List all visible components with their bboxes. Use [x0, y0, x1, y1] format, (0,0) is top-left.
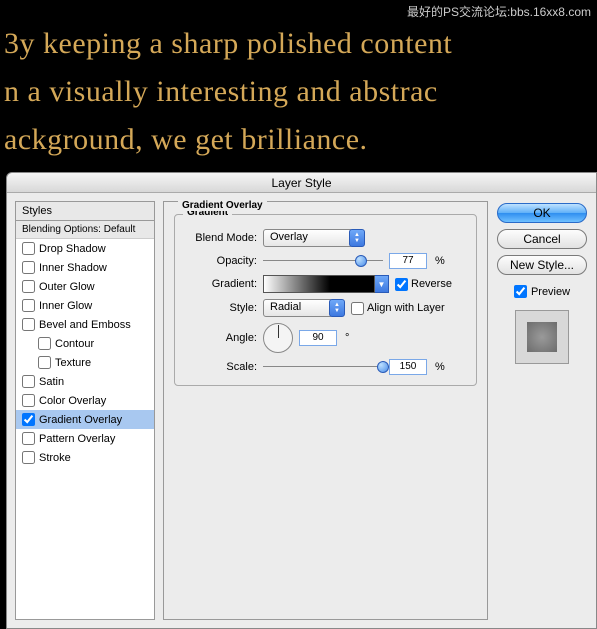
- style-item-color-overlay[interactable]: Color Overlay: [16, 391, 154, 410]
- reverse-label: Reverse: [411, 278, 452, 290]
- style-item-gradient-overlay[interactable]: Gradient Overlay: [16, 410, 154, 429]
- ok-button[interactable]: OK: [497, 203, 587, 223]
- scale-slider[interactable]: [263, 360, 383, 374]
- align-label: Align with Layer: [367, 302, 445, 314]
- style-item-label: Inner Shadow: [39, 262, 107, 274]
- gradient-group: Gradient Blend Mode: Overlay ▲▼ Opacity:…: [174, 214, 477, 386]
- style-item-texture[interactable]: Texture: [16, 353, 154, 372]
- style-item-satin[interactable]: Satin: [16, 372, 154, 391]
- opacity-value[interactable]: 77: [389, 253, 427, 269]
- blend-mode-select[interactable]: Overlay: [263, 229, 353, 247]
- style-item-bevel-and-emboss[interactable]: Bevel and Emboss: [16, 315, 154, 334]
- style-checkbox[interactable]: [22, 432, 35, 445]
- right-column: OK Cancel New Style... Preview: [496, 201, 588, 620]
- cancel-button[interactable]: Cancel: [497, 229, 587, 249]
- dialog-body: Styles Blending Options: Default Drop Sh…: [7, 193, 596, 628]
- dialog-title: Layer Style: [7, 173, 596, 193]
- style-item-label: Inner Glow: [39, 300, 92, 312]
- opacity-unit: %: [435, 255, 445, 267]
- scale-label: Scale:: [185, 361, 257, 373]
- style-checkbox[interactable]: [22, 413, 35, 426]
- style-item-label: Stroke: [39, 452, 71, 464]
- preview-swatch: [515, 310, 569, 364]
- style-checkbox[interactable]: [38, 356, 51, 369]
- align-checkbox[interactable]: Align with Layer: [351, 302, 445, 315]
- angle-label: Angle:: [185, 332, 257, 344]
- angle-unit: °: [345, 332, 349, 344]
- style-checkbox[interactable]: [22, 261, 35, 274]
- align-input[interactable]: [351, 302, 364, 315]
- style-label: Style:: [185, 302, 257, 314]
- blending-options-row[interactable]: Blending Options: Default: [16, 221, 154, 239]
- style-item-outer-glow[interactable]: Outer Glow: [16, 277, 154, 296]
- style-item-label: Gradient Overlay: [39, 414, 122, 426]
- style-item-label: Pattern Overlay: [39, 433, 115, 445]
- preview-label: Preview: [531, 286, 570, 298]
- opacity-slider[interactable]: [263, 254, 383, 268]
- style-select[interactable]: Radial: [263, 299, 333, 317]
- options-panel: Gradient Overlay Gradient Blend Mode: Ov…: [163, 201, 488, 620]
- reverse-checkbox[interactable]: Reverse: [395, 278, 452, 291]
- reverse-input[interactable]: [395, 278, 408, 291]
- watermark-text: 最好的PS交流论坛:bbs.16xx8.com: [407, 3, 591, 20]
- preview-checkbox[interactable]: Preview: [514, 285, 570, 298]
- style-item-inner-shadow[interactable]: Inner Shadow: [16, 258, 154, 277]
- background-sample-text: 3y keeping a sharp polished content n a …: [0, 20, 597, 164]
- style-item-stroke[interactable]: Stroke: [16, 448, 154, 467]
- style-checkbox[interactable]: [22, 451, 35, 464]
- scale-value[interactable]: 150: [389, 359, 427, 375]
- style-item-label: Outer Glow: [39, 281, 95, 293]
- new-style-button[interactable]: New Style...: [497, 255, 587, 275]
- style-checkbox[interactable]: [22, 375, 35, 388]
- style-item-label: Texture: [55, 357, 91, 369]
- gradient-label: Gradient:: [185, 278, 257, 290]
- layer-style-dialog: Layer Style Styles Blending Options: Def…: [6, 172, 597, 629]
- style-item-label: Drop Shadow: [39, 243, 106, 255]
- gradient-picker-arrow[interactable]: ▼: [375, 275, 389, 293]
- styles-header[interactable]: Styles: [16, 202, 154, 221]
- style-item-label: Bevel and Emboss: [39, 319, 131, 331]
- blend-mode-label: Blend Mode:: [185, 232, 257, 244]
- styles-panel: Styles Blending Options: Default Drop Sh…: [15, 201, 155, 620]
- style-checkbox[interactable]: [22, 280, 35, 293]
- section-title: Gradient Overlay: [178, 200, 267, 211]
- style-item-drop-shadow[interactable]: Drop Shadow: [16, 239, 154, 258]
- angle-value[interactable]: 90: [299, 330, 337, 346]
- style-stepper[interactable]: ▲▼: [329, 299, 345, 317]
- scale-unit: %: [435, 361, 445, 373]
- style-item-label: Contour: [55, 338, 94, 350]
- angle-dial[interactable]: [263, 323, 293, 353]
- preview-input[interactable]: [514, 285, 527, 298]
- style-item-label: Color Overlay: [39, 395, 106, 407]
- style-checkbox[interactable]: [22, 318, 35, 331]
- preview-inner: [527, 322, 557, 352]
- blend-mode-stepper[interactable]: ▲▼: [349, 229, 365, 247]
- style-item-inner-glow[interactable]: Inner Glow: [16, 296, 154, 315]
- style-checkbox[interactable]: [22, 299, 35, 312]
- opacity-label: Opacity:: [185, 255, 257, 267]
- gradient-swatch[interactable]: [263, 275, 375, 293]
- style-checkbox[interactable]: [22, 394, 35, 407]
- style-item-contour[interactable]: Contour: [16, 334, 154, 353]
- style-checkbox[interactable]: [38, 337, 51, 350]
- style-checkbox[interactable]: [22, 242, 35, 255]
- style-item-pattern-overlay[interactable]: Pattern Overlay: [16, 429, 154, 448]
- style-item-label: Satin: [39, 376, 64, 388]
